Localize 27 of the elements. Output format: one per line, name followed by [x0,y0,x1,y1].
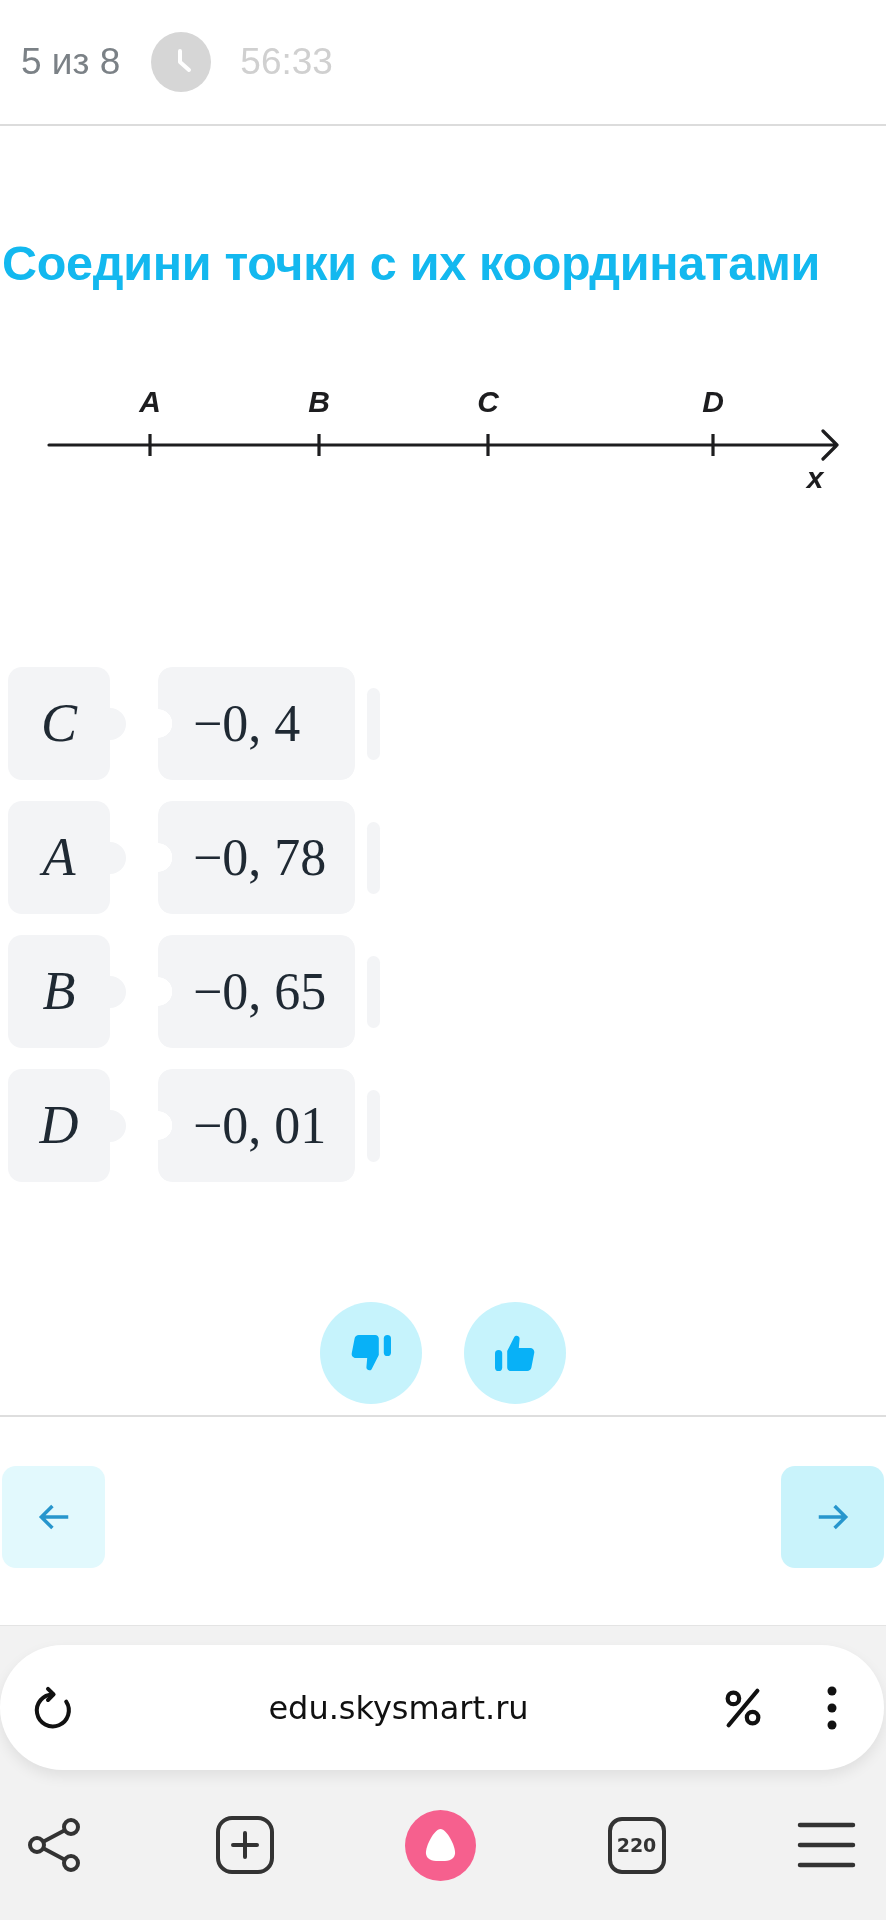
point-tick [148,434,152,456]
address-bar[interactable]: edu.skysmart.ru [0,1645,884,1770]
point-label: D [702,385,724,418]
coordinate-card[interactable]: −0, 01 [158,1069,355,1182]
question-counter: 5 из 8 [21,41,121,83]
point-card[interactable]: B [8,935,126,1048]
more-icon[interactable] [826,1685,838,1730]
point-card[interactable]: C [8,667,126,780]
point-tick [317,434,321,456]
point-tick [486,434,490,456]
point-card[interactable]: D [8,1069,126,1182]
point-card[interactable]: A [8,801,126,914]
point-label: B [308,385,330,418]
plus-square-icon[interactable] [215,1816,274,1874]
circle-logo-icon[interactable] [405,1809,476,1881]
axis-label: x [806,461,824,494]
next-button[interactable] [781,1466,884,1568]
clock-icon [151,32,212,92]
point-label: C [477,385,499,418]
coordinate-card[interactable]: −0, 65 [158,935,355,1048]
tab-count-button[interactable]: 220 [607,1816,666,1874]
task-title: Соедини точки с их координатами [2,236,821,290]
coordinate-card[interactable]: −0, 4 [158,667,355,780]
point-tick [711,434,715,456]
point-label: A [139,385,161,418]
url-text: edu.skysmart.ru [267,1688,530,1727]
coordinate-card[interactable]: −0, 78 [158,801,355,914]
